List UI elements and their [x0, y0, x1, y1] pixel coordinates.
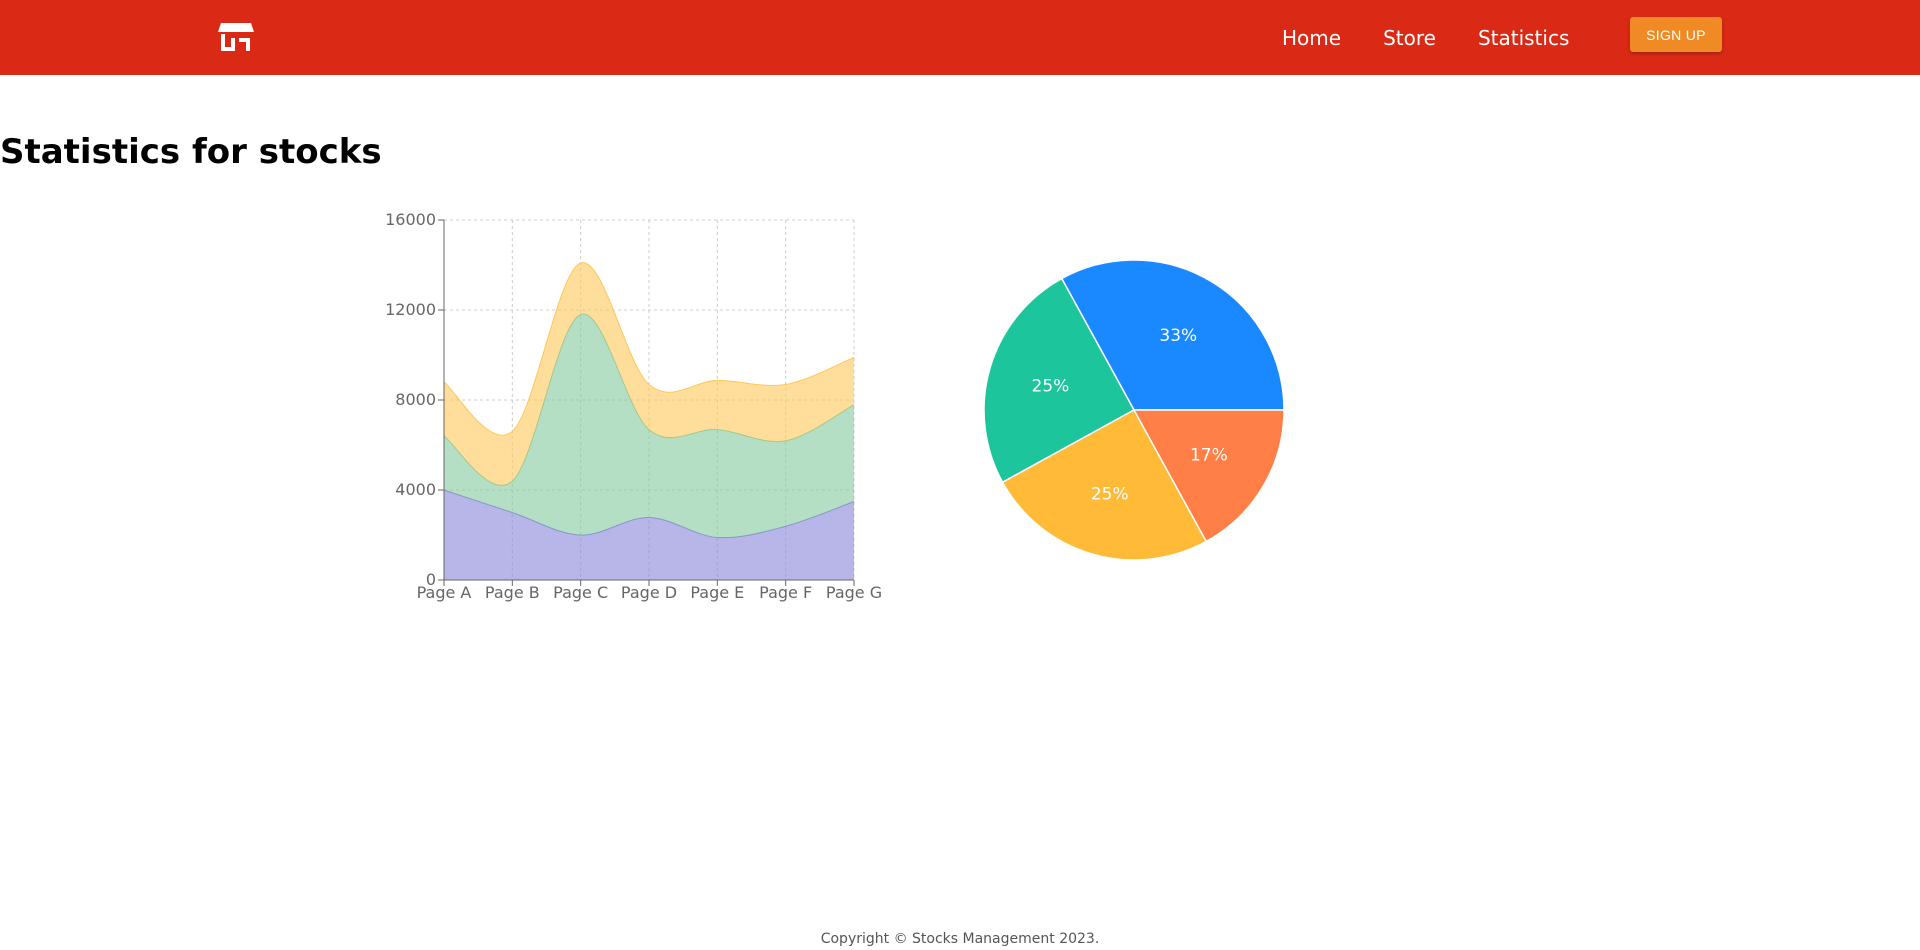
y-tick-label: 8000: [395, 390, 436, 409]
x-tick-label: Page D: [621, 583, 677, 602]
signup-button[interactable]: SIGN UP: [1630, 17, 1722, 52]
nav-link-statistics[interactable]: Statistics: [1478, 26, 1569, 50]
x-tick-label: Page B: [485, 583, 540, 602]
y-tick-label: 4000: [395, 480, 436, 499]
x-tick-label: Page C: [553, 583, 608, 602]
pie-slice-label: 25%: [1032, 377, 1070, 397]
x-tick-label: Page F: [759, 583, 812, 602]
nav-links: Home Store Statistics: [1282, 0, 1569, 75]
nav-link-home[interactable]: Home: [1282, 26, 1341, 50]
x-tick-label: Page A: [417, 583, 472, 602]
nav-link-store[interactable]: Store: [1383, 26, 1436, 50]
x-tick-label: Page G: [826, 583, 882, 602]
footer-copyright: Copyright © Stocks Management 2023.: [820, 931, 1100, 947]
storefront-icon[interactable]: [217, 21, 255, 53]
pie-slice-label: 25%: [1091, 485, 1129, 505]
pie-slice-label: 33%: [1159, 326, 1197, 346]
page-title: Statistics for stocks: [0, 132, 382, 172]
pie-slice-label: 17%: [1190, 445, 1228, 465]
x-tick-label: Page E: [690, 583, 744, 602]
top-navbar: Home Store Statistics SIGN UP: [0, 0, 1920, 75]
y-tick-label: 12000: [385, 300, 436, 319]
pie-chart: 33% 25% 25% 17%: [983, 259, 1285, 561]
y-tick-label: 16000: [385, 210, 436, 229]
stacked-area-chart: 0400080001200016000Page A Page B Page C Pag…: [385, 210, 882, 602]
